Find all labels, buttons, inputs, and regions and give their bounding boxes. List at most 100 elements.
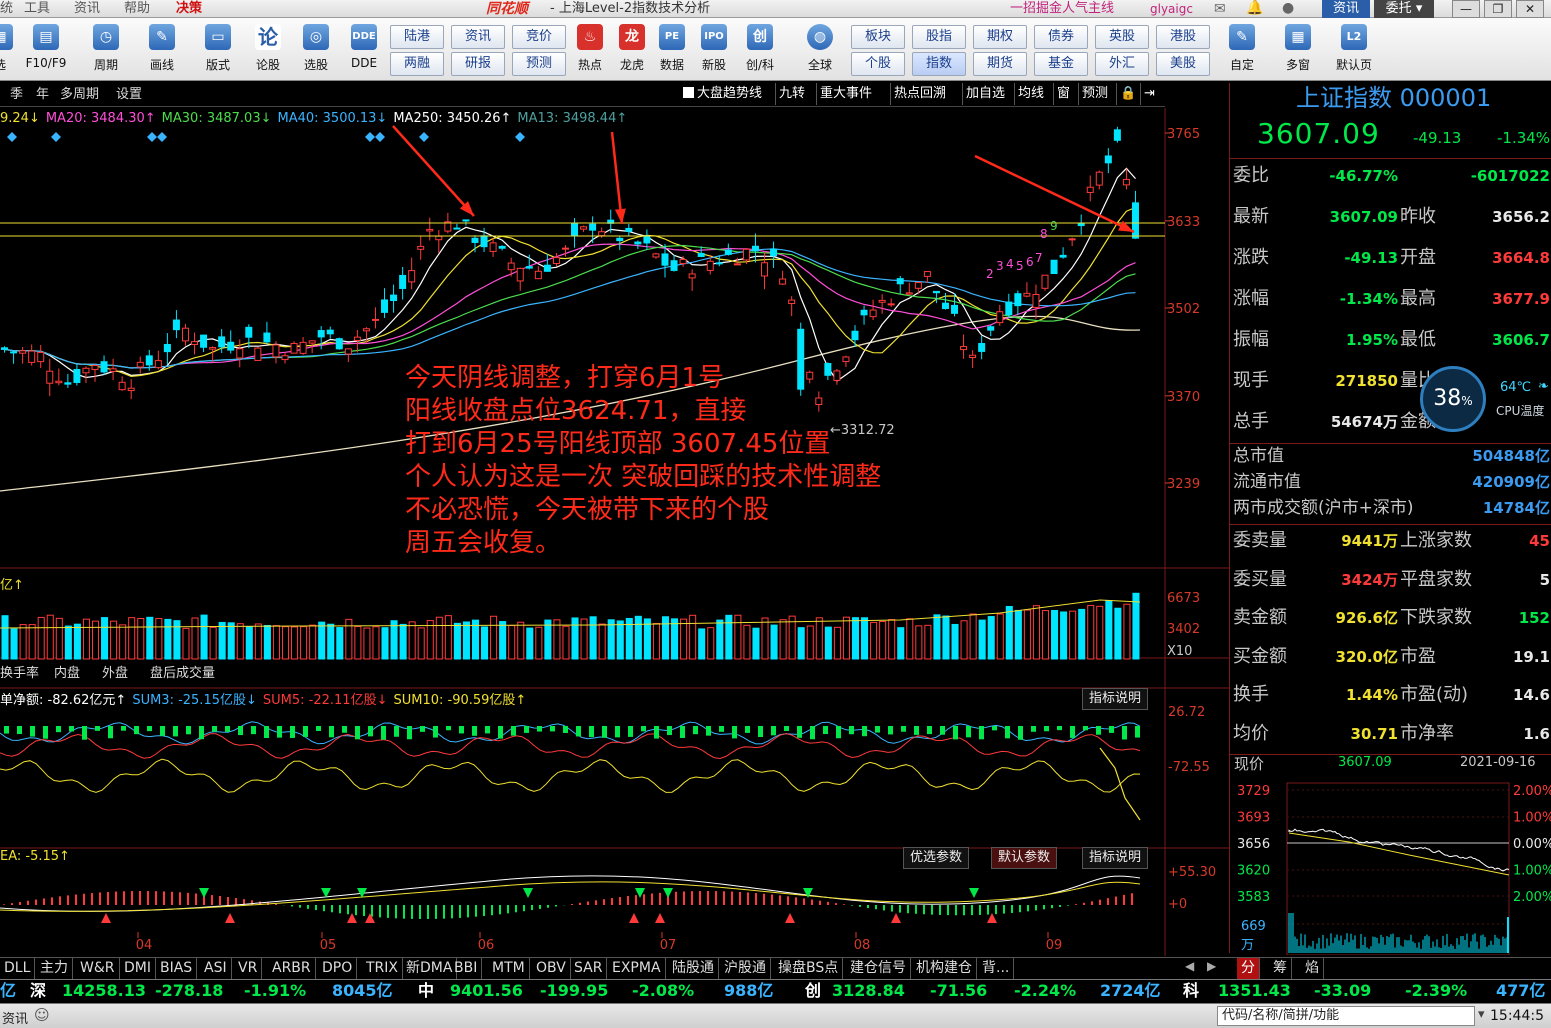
period-settings[interactable]: 设置 [116,85,142,105]
btn-options[interactable]: 期权 [973,25,1027,49]
user-icon[interactable]: ● [1282,0,1294,16]
chat-icon[interactable]: ☺ [34,1006,50,1024]
btn-research[interactable]: 研报 [451,52,505,76]
chart-tool-trendline[interactable]: 大盘趋势线 [680,83,765,105]
indicator-tab[interactable]: DLL [0,958,36,979]
toolbar-global[interactable]: ◍ 全球 [798,22,842,78]
subtab-after-hours[interactable]: 盘后成交量 [150,664,215,684]
toolbar-multiwindow[interactable]: ▦ 多窗 [1276,22,1320,78]
subtab-outer[interactable]: 外盘 [102,664,128,684]
subtab-turnover[interactable]: 换手率 [0,664,39,684]
period-season[interactable]: 季 [10,85,23,105]
macd-default-params[interactable]: 默认参数 [991,847,1058,869]
close-button[interactable]: ✕ [1516,0,1544,18]
menu-tools[interactable]: 工具 [24,0,50,18]
indicator-tab[interactable]: 机构建仓 [912,958,977,979]
indicator-tab[interactable]: W&R [76,958,120,979]
mail-icon[interactable]: ✉ [1214,1,1226,17]
btn-index-futures[interactable]: 股指 [912,25,966,49]
footer-tab-minute[interactable]: 分 [1237,958,1260,979]
indicator-tab[interactable]: DPO [318,958,358,979]
toolbar-period[interactable]: ◷ 周期 [84,22,128,78]
status-news-label[interactable]: 资讯 [2,1008,28,1027]
indicator-tab[interactable]: EXPMA [608,958,666,979]
toolbar-f10[interactable]: ▤ F10/F9 [24,22,68,78]
bell-icon[interactable]: 🔔 [1246,0,1263,16]
news-button[interactable]: 资讯 [1322,0,1370,18]
market-ticker[interactable]: 亿深 14258.13 -278.18 -1.91% 8045亿 中 9401.56 -199… [0,979,1551,1003]
indicator-tab[interactable]: ARBR [268,958,316,979]
chart-tool-ma[interactable]: 均线 [1014,83,1047,105]
expand-icon[interactable]: ⇥ [1140,83,1158,105]
toolbar-select[interactable]: ▦选 [0,22,22,78]
chart-tool-window[interactable]: 窗 [1053,83,1073,105]
toolbar-custom[interactable]: ✎ 自定 [1220,22,1264,78]
username[interactable]: glyaigc [1150,0,1193,18]
toolbar-layout[interactable]: ▭ 版式 [196,22,240,78]
indicator-tab[interactable]: TRIX [362,958,403,979]
chart-tool-hot-review[interactable]: 热点回溯 [890,83,949,105]
macd-optimal-params[interactable]: 优选参数 [903,847,970,869]
btn-news[interactable]: 资讯 [451,25,505,49]
indicator-tab[interactable]: 沪股通 [720,958,771,979]
btn-auction[interactable]: 竞价 [512,25,566,49]
btn-sector[interactable]: 板块 [851,25,905,49]
dropdown-icon[interactable]: ▾ [1478,1007,1485,1022]
period-multi[interactable]: 多周期 [60,85,99,105]
toolbar-forum[interactable]: 论论股 [246,22,290,78]
btn-funds[interactable]: 基金 [1034,52,1088,76]
indicator-tab[interactable]: 主力 [36,958,73,979]
btn-stock[interactable]: 个股 [851,52,905,76]
menu-decision[interactable]: 决策 [176,0,202,18]
menu-system[interactable]: 统 [0,0,13,18]
indicator-tab[interactable]: 操盘BS点 [774,958,844,979]
indicator-tab[interactable]: MTM [488,958,530,979]
code-search-input[interactable]: 代码/名称/简拼/功能 [1217,1006,1475,1026]
trust-button[interactable]: 委托 ▾ [1374,0,1434,18]
btn-us-stocks[interactable]: 美股 [1156,52,1210,76]
indicator-tab[interactable]: DMI [120,958,156,979]
event-diamonds[interactable] [7,132,525,142]
indicator-tab[interactable]: ASI [200,958,232,979]
btn-futures[interactable]: 期货 [973,52,1027,76]
indicator-tab[interactable]: BIAS [156,958,198,979]
menu-info[interactable]: 资讯 [74,0,100,18]
period-year[interactable]: 年 [36,85,49,105]
subtab-inner[interactable]: 内盘 [54,664,80,684]
toolbar-hot[interactable]: ♨ 热点 [568,22,612,78]
btn-forex[interactable]: 外汇 [1095,52,1149,76]
btn-bonds[interactable]: 债券 [1034,25,1088,49]
menu-help[interactable]: 帮助 [124,0,150,18]
chart-tool-events[interactable]: 重大事件 [816,83,875,105]
toolbar-ipo[interactable]: IPO 新股 [692,22,736,78]
toolbar-dde[interactable]: DDE DDE [342,22,386,78]
indicator-tab[interactable]: 建仓信号 [846,958,911,979]
toolbar-draw[interactable]: ✎ 画线 [140,22,184,78]
tab-scroll-left-icon[interactable]: ◀ [1185,959,1194,973]
macd-indicator-help[interactable]: 指标说明 [1082,847,1149,869]
indicator-tab[interactable]: BBI [450,958,483,979]
chart-tool-add-watch[interactable]: 加自选 [962,83,1008,105]
lock-icon[interactable]: 🔒 [1116,83,1139,105]
promo-slogan[interactable]: 一招掘金人气主线 [1010,0,1114,18]
intraday-chart[interactable]: 3729 3693 3656 3620 3583 2.00% 1.00% 0.00% 1.00%… [1229,777,1551,955]
minimize-button[interactable]: — [1452,0,1480,18]
indicator-tab[interactable]: VR [234,958,263,979]
restore-button[interactable]: ❐ [1484,0,1512,18]
toolbar-dragon[interactable]: 龙龙虎 [610,22,654,78]
chart-tool-forecast[interactable]: 预测 [1078,83,1111,105]
indicator-tab[interactable]: 陆股通 [668,958,719,979]
indicator-tab[interactable]: 背... [978,958,1015,979]
chart-tool-nine-turn[interactable]: 九转 [775,83,808,105]
toolbar-chuang[interactable]: 创创/科 [738,22,782,78]
indicator-tab[interactable]: SAR [570,958,608,979]
btn-lugang[interactable]: 陆港 [390,25,444,49]
btn-hk-stocks[interactable]: 港股 [1156,25,1210,49]
flow-indicator-help[interactable]: 指标说明 [1082,688,1149,710]
toolbar-home[interactable]: L2 默认页 [1332,22,1376,78]
footer-tab-flame[interactable]: 焰 [1301,958,1324,979]
toolbar-data[interactable]: PE 数据 [650,22,694,78]
footer-tab-chips[interactable]: 筹 [1269,958,1292,979]
cpu-widget[interactable]: 38% 64℃ ❧ CPU温度 [1420,366,1549,432]
tab-scroll-right-icon[interactable]: ▶ [1207,959,1216,973]
